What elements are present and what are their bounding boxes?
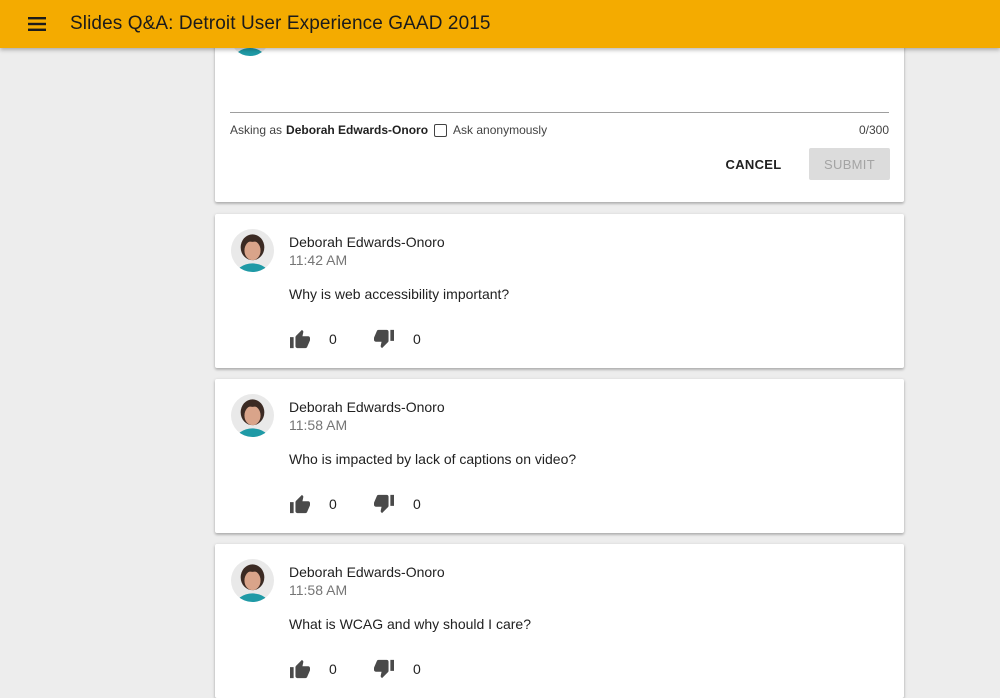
upvote-button[interactable]: 0 <box>289 329 337 349</box>
anonymous-label[interactable]: Ask anonymously <box>453 123 547 137</box>
thumbs-up-icon <box>290 494 310 514</box>
question-text: Who is impacted by lack of captions on v… <box>289 451 577 467</box>
hamburger-menu-icon[interactable] <box>26 13 48 35</box>
cancel-button[interactable]: CANCEL <box>717 148 790 180</box>
thumbs-down-icon <box>374 494 394 514</box>
question-time: 11:58 AM <box>289 417 348 433</box>
downvote-count: 0 <box>413 496 421 512</box>
asker-name: Deborah Edwards-Onoro <box>286 123 429 137</box>
upvote-count: 0 <box>329 661 337 677</box>
submit-button[interactable]: SUBMIT <box>809 148 890 180</box>
downvote-button[interactable]: 0 <box>373 659 421 679</box>
question-author: Deborah Edwards-Onoro <box>289 564 445 580</box>
char-counter: 0/300 <box>858 123 889 137</box>
avatar <box>231 229 274 272</box>
thumbs-down-icon <box>374 329 394 349</box>
question-time: 11:42 AM <box>289 252 348 268</box>
question-card: Deborah Edwards-Onoro 11:58 AM Who is im… <box>215 379 904 533</box>
upvote-count: 0 <box>329 331 337 347</box>
app-title: Slides Q&A: Detroit User Experience GAAD… <box>70 13 491 34</box>
question-time: 11:58 AM <box>289 582 348 598</box>
downvote-button[interactable]: 0 <box>373 494 421 514</box>
app-bar: Slides Q&A: Detroit User Experience GAAD… <box>0 0 1000 48</box>
upvote-button[interactable]: 0 <box>289 659 337 679</box>
question-author: Deborah Edwards-Onoro <box>289 399 445 415</box>
input-underline <box>230 112 889 113</box>
question-text: Why is web accessibility important? <box>289 286 510 302</box>
question-text: What is WCAG and why should I care? <box>289 616 531 632</box>
upvote-count: 0 <box>329 496 337 512</box>
asking-as-label: Asking as <box>230 123 283 137</box>
upvote-button[interactable]: 0 <box>289 494 337 514</box>
question-author: Deborah Edwards-Onoro <box>289 234 445 250</box>
thumbs-up-icon <box>290 329 310 349</box>
avatar <box>231 559 274 602</box>
anonymous-checkbox[interactable] <box>434 123 448 137</box>
question-card: Deborah Edwards-Onoro 11:42 AM Why is we… <box>215 214 904 368</box>
thumbs-up-icon <box>290 659 310 679</box>
asking-as-row: Asking as Deborah Edwards-Onoro Ask anon… <box>230 123 547 137</box>
downvote-count: 0 <box>413 331 421 347</box>
avatar <box>231 394 274 437</box>
downvote-button[interactable]: 0 <box>373 329 421 349</box>
question-card: Deborah Edwards-Onoro 11:58 AM What is W… <box>215 544 904 698</box>
thumbs-down-icon <box>374 659 394 679</box>
downvote-count: 0 <box>413 661 421 677</box>
